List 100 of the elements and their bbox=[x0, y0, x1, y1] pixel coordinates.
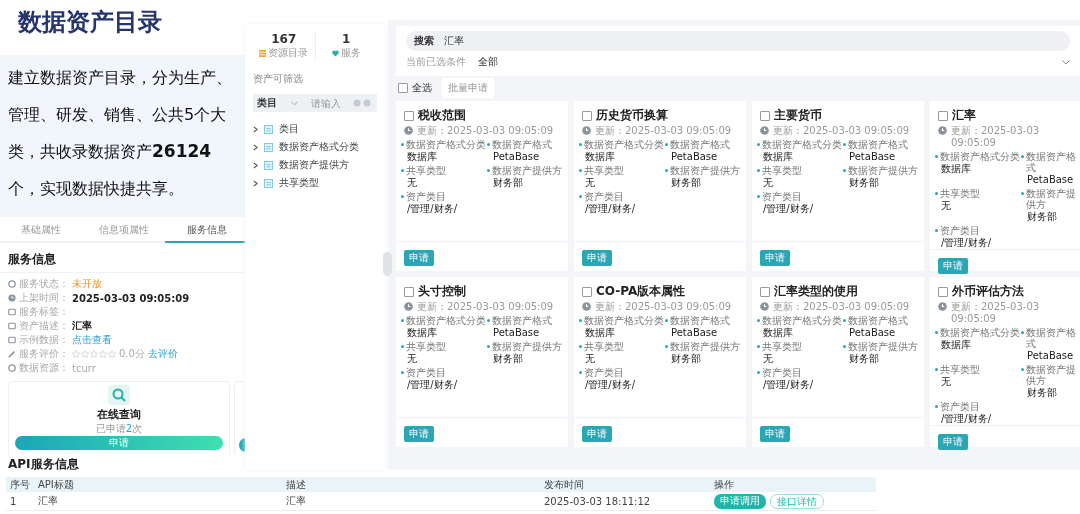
field-value: 数据库 bbox=[940, 338, 972, 351]
bullet-icon bbox=[579, 319, 582, 322]
field-label: 数据资产格式 bbox=[670, 139, 730, 150]
field-value: 财务部 bbox=[1026, 210, 1058, 223]
rate-link[interactable]: 去评价 bbox=[147, 347, 178, 361]
apply-button[interactable]: 申请 bbox=[582, 250, 612, 266]
search-icon bbox=[108, 385, 130, 405]
field-label: 资产描述： bbox=[19, 319, 69, 333]
stat-value: 167 bbox=[270, 32, 298, 46]
field-label: 资产类目 bbox=[584, 367, 624, 378]
checkbox[interactable] bbox=[938, 110, 948, 121]
tree-item[interactable]: 共享类型 bbox=[253, 174, 377, 192]
tree-item[interactable]: 数据资产提供方 bbox=[253, 156, 377, 174]
card-title: 主要货币 bbox=[774, 107, 822, 124]
bullet-icon bbox=[487, 143, 490, 146]
field-value: /管理/财务/ bbox=[406, 378, 459, 391]
clock-icon bbox=[582, 126, 591, 135]
apply-button[interactable]: 申请 bbox=[760, 250, 790, 266]
field-value: 无 bbox=[584, 176, 596, 189]
field-value: 无 bbox=[762, 176, 774, 189]
chevron-down-icon bbox=[1062, 59, 1070, 65]
detail-tab[interactable]: 信息项属性 bbox=[82, 219, 166, 241]
clock-icon bbox=[760, 126, 769, 135]
field-value: 数据库 bbox=[762, 326, 794, 339]
checkbox[interactable] bbox=[404, 286, 414, 297]
tree-item[interactable]: 数据资产格式分类 bbox=[253, 138, 377, 156]
field-value: PetaBase bbox=[670, 150, 719, 163]
checkbox[interactable] bbox=[760, 110, 770, 121]
tree-item[interactable]: 类目 bbox=[253, 120, 377, 138]
field-value: PetaBase bbox=[848, 326, 897, 339]
details-button[interactable]: 接口详情 bbox=[770, 493, 824, 509]
checkbox[interactable] bbox=[404, 110, 414, 121]
clock-icon bbox=[938, 302, 947, 311]
detail-tab[interactable]: 基础属性 bbox=[0, 219, 83, 241]
field-label: 上架时间： bbox=[19, 291, 69, 305]
bullet-icon bbox=[401, 371, 404, 374]
filter-buttons-icon bbox=[353, 99, 373, 107]
column-header: 序号 bbox=[6, 477, 34, 492]
apply-button[interactable]: 申请 bbox=[404, 426, 434, 442]
field-label: 共享类型 bbox=[940, 364, 980, 375]
field-value: 无 bbox=[762, 352, 774, 365]
apply-button[interactable]: 申请 bbox=[582, 426, 612, 442]
bullet-icon bbox=[843, 319, 846, 322]
clock-icon bbox=[404, 126, 413, 135]
column-header: API标题 bbox=[34, 477, 282, 492]
field-label: 示例数据： bbox=[19, 333, 69, 347]
apply-button[interactable]: 申请 bbox=[938, 258, 968, 274]
field-value: 财务部 bbox=[670, 352, 702, 365]
field-label: 共享类型 bbox=[584, 341, 624, 352]
table-cell: 汇率 bbox=[34, 492, 282, 511]
field-value: 数据库 bbox=[406, 150, 438, 163]
checkbox[interactable] bbox=[582, 110, 592, 121]
collapse-handle[interactable] bbox=[383, 252, 392, 276]
apply-button[interactable]: 申请 bbox=[15, 436, 223, 450]
field-value: PetaBase bbox=[670, 326, 719, 339]
bullet-icon bbox=[1021, 331, 1024, 334]
batch-apply-button[interactable]: 批量申请 bbox=[442, 78, 494, 98]
field-value: /管理/财务/ bbox=[584, 202, 637, 215]
card-title: 税收范围 bbox=[418, 107, 466, 124]
apply-button[interactable]: 申请 bbox=[760, 426, 790, 442]
update-time: 更新：2025-03-03 09:05:09 bbox=[417, 125, 554, 137]
field-label: 数据资产格式分类 bbox=[762, 315, 842, 326]
update-time: 更新：2025-03-03 09:05:09 bbox=[773, 301, 910, 313]
field-value: 无 bbox=[940, 375, 952, 388]
field-value: 财务部 bbox=[848, 176, 880, 189]
apply-count: 已申请2次 bbox=[95, 422, 143, 436]
bullet-icon bbox=[487, 169, 490, 172]
field-value: PetaBase bbox=[848, 150, 897, 163]
checkbox[interactable] bbox=[398, 83, 408, 93]
call-button[interactable]: 申请调用 bbox=[714, 493, 766, 509]
apply-button[interactable]: 申请 bbox=[404, 250, 434, 266]
bullet-icon bbox=[935, 331, 938, 334]
filter-field[interactable]: 类目 请输入 bbox=[253, 94, 377, 112]
category-select[interactable]: 类目 bbox=[257, 96, 307, 110]
field-label: 服务状态： bbox=[19, 277, 69, 291]
clock-icon bbox=[760, 302, 769, 311]
bullet-icon bbox=[1021, 192, 1024, 195]
field-value: 未开放 bbox=[72, 277, 102, 291]
bullet-icon bbox=[843, 143, 846, 146]
bullet-icon bbox=[1021, 368, 1024, 371]
checkbox[interactable] bbox=[760, 286, 770, 297]
bullet-icon bbox=[401, 345, 404, 348]
field-value: /管理/财务/ bbox=[940, 412, 993, 425]
field-label: 共享类型 bbox=[762, 341, 802, 352]
bullet-icon bbox=[579, 345, 582, 348]
field-label: 资产类目 bbox=[762, 191, 802, 202]
bullet-icon bbox=[935, 229, 938, 232]
search-field[interactable]: 汇率 bbox=[444, 35, 569, 47]
summary-paragraph: 建立数据资产目录，分为生产、管理、研发、销售、公共5个大类，共收录数据资产26124个，实现数据快捷共享。 bbox=[8, 67, 233, 200]
bullet-icon bbox=[757, 195, 760, 198]
bullet-icon bbox=[487, 345, 490, 348]
field-label: 数据资产格式分类 bbox=[762, 139, 842, 150]
table-icon bbox=[264, 124, 273, 134]
apply-button[interactable]: 申请 bbox=[938, 434, 968, 450]
keyword-input[interactable]: 请输入 bbox=[311, 97, 349, 109]
card-title: 汇率类型的使用 bbox=[774, 283, 858, 300]
checkbox[interactable] bbox=[582, 286, 592, 297]
sample-data-link[interactable]: 点击查看 bbox=[72, 333, 112, 347]
stat-value: 1 bbox=[341, 32, 352, 46]
checkbox[interactable] bbox=[938, 286, 948, 297]
